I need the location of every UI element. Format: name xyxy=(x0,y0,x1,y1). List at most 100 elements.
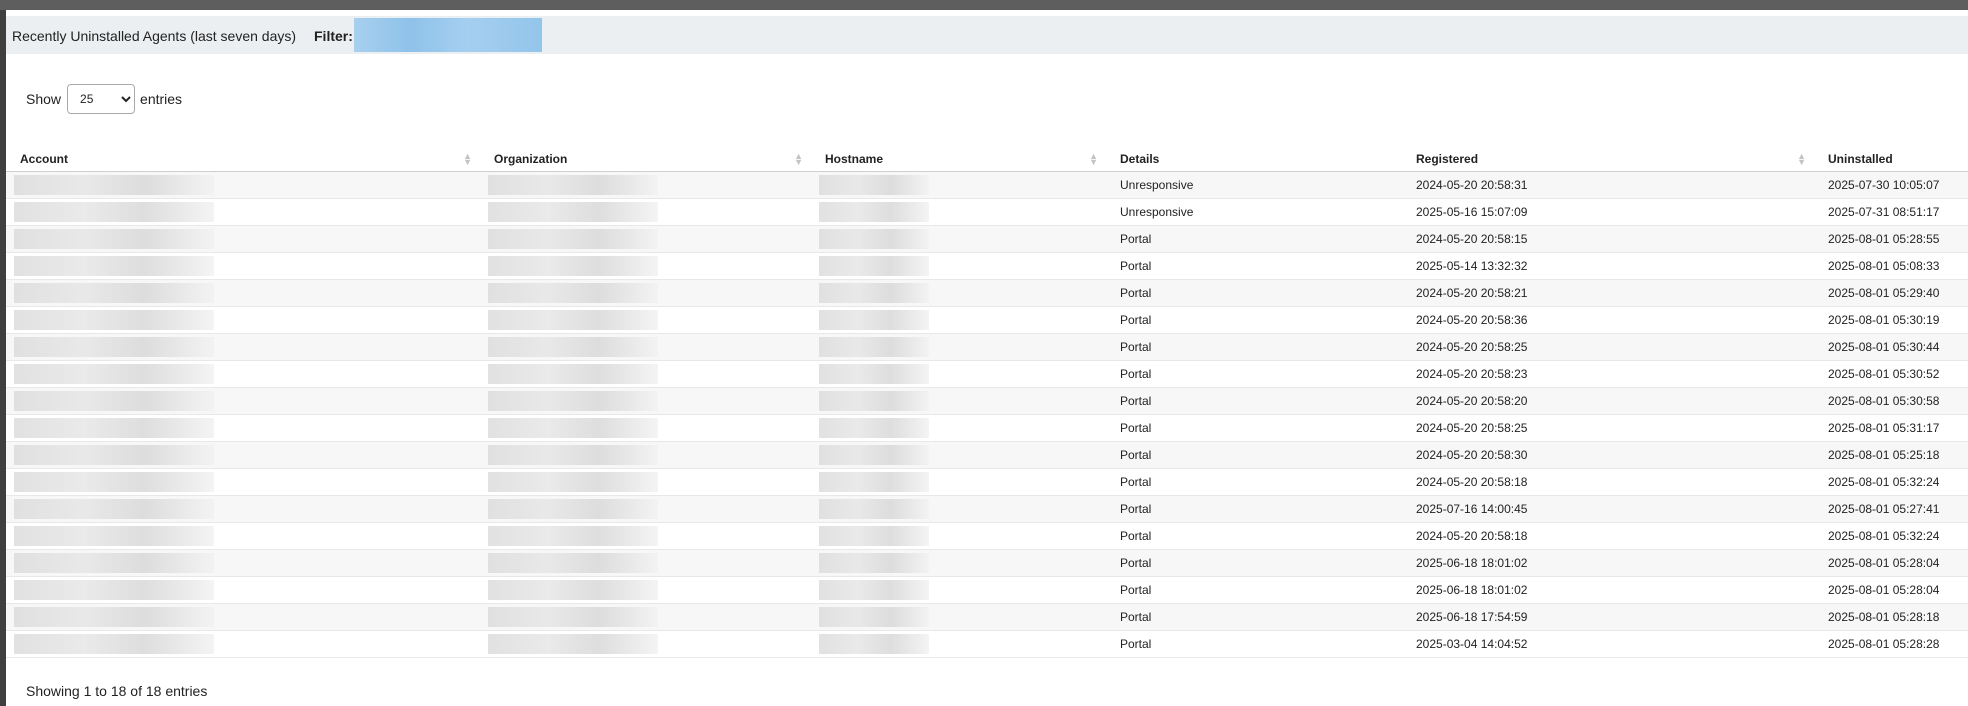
redacted-block xyxy=(819,418,929,438)
organization-cell-redacted xyxy=(480,171,811,199)
uninstalled-cell: 2025-08-01 05:32:24 xyxy=(1814,522,1968,550)
redacted-block xyxy=(488,175,658,195)
entries-label: entries xyxy=(140,91,183,107)
uninstalled-cell: 2025-08-01 05:28:04 xyxy=(1814,576,1968,604)
redacted-block xyxy=(488,256,658,276)
redacted-block xyxy=(488,283,658,303)
uninstalled-cell: 2025-08-01 05:31:17 xyxy=(1814,414,1968,442)
sort-both-icon[interactable]: ▲ ▼ xyxy=(1089,152,1098,167)
table-row: Unresponsive 2025-05-16 15:07:09 2025-07-3… xyxy=(6,198,1968,226)
details-cell: Portal xyxy=(1106,576,1402,604)
redacted-block xyxy=(14,580,214,600)
details-cell: Portal xyxy=(1106,603,1402,631)
column-header-organization[interactable]: Organization ▲ ▼ xyxy=(480,147,811,172)
uninstalled-cell: 2025-08-01 05:28:18 xyxy=(1814,603,1968,631)
registered-cell: 2025-06-18 18:01:02 xyxy=(1402,576,1814,604)
registered-cell: 2025-03-04 14:04:52 xyxy=(1402,630,1814,658)
table-row: Portal 2025-06-18 18:01:02 2025-08-01 05:2… xyxy=(6,549,1968,577)
account-cell-redacted xyxy=(6,576,480,604)
column-header-details[interactable]: Details xyxy=(1106,147,1402,172)
registered-cell: 2024-05-20 20:58:15 xyxy=(1402,225,1814,253)
filter-input[interactable] xyxy=(354,18,542,52)
redacted-block xyxy=(488,634,658,654)
column-header-account[interactable]: Account ▲ ▼ xyxy=(6,147,480,172)
uninstalled-cell: 2025-08-01 05:28:04 xyxy=(1814,549,1968,577)
table-row: Portal 2025-05-14 13:32:32 2025-08-01 05:0… xyxy=(6,252,1968,280)
organization-cell-redacted xyxy=(480,603,811,631)
hostname-cell-redacted xyxy=(811,603,1106,631)
uninstalled-cell: 2025-08-01 05:28:28 xyxy=(1814,630,1968,658)
table-row: Portal 2025-07-16 14:00:45 2025-08-01 05:2… xyxy=(6,495,1968,523)
uninstalled-cell: 2025-08-01 05:28:55 xyxy=(1814,225,1968,253)
hostname-cell-redacted xyxy=(811,576,1106,604)
sort-both-icon[interactable]: ▲ ▼ xyxy=(794,152,803,167)
redacted-block xyxy=(14,202,214,222)
redacted-block xyxy=(14,634,214,654)
details-cell: Portal xyxy=(1106,225,1402,253)
registered-cell: 2024-05-20 20:58:21 xyxy=(1402,279,1814,307)
sort-both-icon[interactable]: ▲ ▼ xyxy=(463,152,472,167)
window-top-bar xyxy=(0,0,1968,10)
account-cell-redacted xyxy=(6,279,480,307)
details-cell: Portal xyxy=(1106,414,1402,442)
redacted-block xyxy=(819,526,929,546)
account-cell-redacted xyxy=(6,333,480,361)
details-cell: Portal xyxy=(1106,360,1402,388)
details-cell: Portal xyxy=(1106,468,1402,496)
organization-cell-redacted xyxy=(480,549,811,577)
redacted-block xyxy=(819,445,929,465)
hostname-cell-redacted xyxy=(811,441,1106,469)
redacted-block xyxy=(14,445,214,465)
redacted-block xyxy=(819,202,929,222)
uninstalled-cell: 2025-08-01 05:25:18 xyxy=(1814,441,1968,469)
hostname-cell-redacted xyxy=(811,360,1106,388)
organization-cell-redacted xyxy=(480,414,811,442)
redacted-block xyxy=(819,229,929,249)
redacted-block xyxy=(488,607,658,627)
column-header-uninstalled[interactable]: Uninstalled xyxy=(1814,147,1968,172)
redacted-block xyxy=(819,499,929,519)
uninstalled-cell: 2025-08-01 05:30:44 xyxy=(1814,333,1968,361)
account-cell-redacted xyxy=(6,495,480,523)
uninstalled-cell: 2025-08-01 05:30:19 xyxy=(1814,306,1968,334)
hostname-cell-redacted xyxy=(811,387,1106,415)
length-menu: Show 25 entries xyxy=(26,84,182,114)
redacted-block xyxy=(14,175,214,195)
redacted-block xyxy=(14,526,214,546)
redacted-block xyxy=(488,310,658,330)
registered-cell: 2024-05-20 20:58:23 xyxy=(1402,360,1814,388)
redacted-block xyxy=(14,391,214,411)
table-row: Portal 2024-05-20 20:58:30 2025-08-01 05:2… xyxy=(6,441,1968,469)
filter-label: Filter: xyxy=(314,28,353,44)
hostname-cell-redacted xyxy=(811,252,1106,280)
account-cell-redacted xyxy=(6,468,480,496)
redacted-block xyxy=(14,418,214,438)
table-row: Unresponsive 2024-05-20 20:58:31 2025-07-3… xyxy=(6,171,1968,199)
account-cell-redacted xyxy=(6,414,480,442)
account-cell-redacted xyxy=(6,522,480,550)
redacted-block xyxy=(488,526,658,546)
table-row: Portal 2024-05-20 20:58:20 2025-08-01 05:3… xyxy=(6,387,1968,415)
hostname-cell-redacted xyxy=(811,279,1106,307)
uninstalled-cell: 2025-08-01 05:29:40 xyxy=(1814,279,1968,307)
uninstalled-cell: 2025-08-01 05:30:58 xyxy=(1814,387,1968,415)
sort-both-icon[interactable]: ▲ ▼ xyxy=(1797,152,1806,167)
redacted-block xyxy=(14,337,214,357)
column-header-hostname[interactable]: Hostname ▲ ▼ xyxy=(811,147,1106,172)
redacted-block xyxy=(819,283,929,303)
details-cell: Portal xyxy=(1106,441,1402,469)
redacted-block xyxy=(819,310,929,330)
hostname-cell-redacted xyxy=(811,522,1106,550)
account-cell-redacted xyxy=(6,387,480,415)
redacted-block xyxy=(488,445,658,465)
redacted-block xyxy=(488,364,658,384)
redacted-block xyxy=(488,553,658,573)
redacted-block xyxy=(14,607,214,627)
registered-cell: 2024-05-20 20:58:31 xyxy=(1402,171,1814,199)
entries-per-page-select[interactable]: 25 xyxy=(67,84,136,114)
organization-cell-redacted xyxy=(480,306,811,334)
column-header-registered[interactable]: Registered ▲ ▼ xyxy=(1402,147,1814,172)
details-cell: Portal xyxy=(1106,630,1402,658)
redacted-block xyxy=(488,499,658,519)
redacted-block xyxy=(819,364,929,384)
